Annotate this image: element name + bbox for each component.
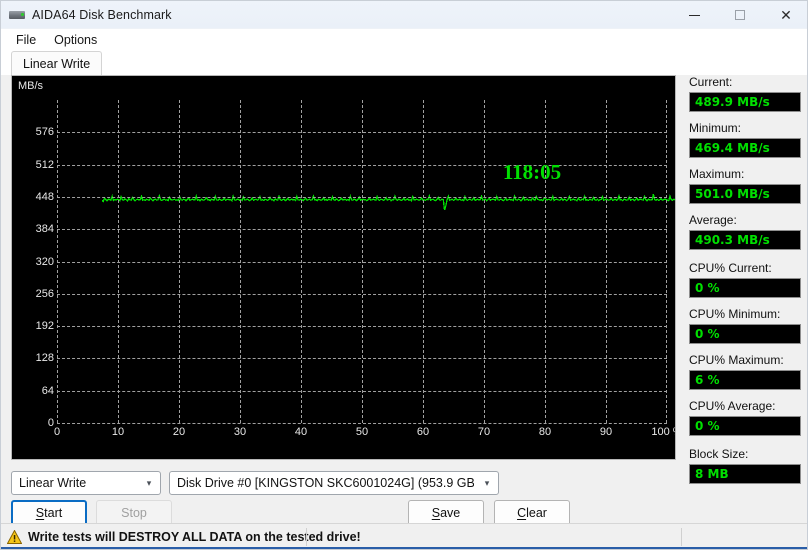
stat-value: 469.4 MB/s bbox=[689, 138, 801, 158]
stats-panel: Current: 489.9 MB/s Minimum: 469.4 MB/s Maxi… bbox=[689, 75, 801, 493]
menu-item-options[interactable]: Options bbox=[46, 31, 105, 49]
start-accel-char: S bbox=[35, 506, 45, 520]
y-axis-tick-label: 448 bbox=[35, 190, 54, 203]
x-axis-tick-label: 70 bbox=[477, 426, 491, 438]
y-axis-tick-label: 320 bbox=[35, 255, 54, 268]
stat-label: Current: bbox=[689, 75, 733, 89]
y-axis-tick-label: 256 bbox=[35, 287, 54, 300]
x-axis-tick-label: 40 bbox=[294, 426, 308, 438]
clear-label-rest: lear bbox=[526, 506, 547, 520]
save-accel-char: S bbox=[431, 506, 441, 520]
chart-plot-area bbox=[57, 100, 675, 424]
menubar: File Options bbox=[1, 29, 807, 51]
start-label-rest: tart bbox=[44, 506, 63, 520]
titlebar: AIDA64 Disk Benchmark ✕ bbox=[1, 1, 807, 29]
chevron-down-icon: ▾ bbox=[146, 477, 152, 488]
clear-accel-char: C bbox=[517, 506, 527, 520]
x-axis-labels: 0 10 20 30 40 50 60 70 80 90 100 % bbox=[53, 426, 675, 446]
elapsed-timer-value: 118:05 bbox=[502, 160, 562, 184]
benchmark-mode-select[interactable]: Linear Write ▾ bbox=[11, 471, 161, 495]
warning-triangle-icon bbox=[7, 529, 22, 544]
stat-value: 490.3 MB/s bbox=[689, 230, 801, 250]
stat-block: Current: 489.9 MB/s bbox=[689, 75, 801, 112]
stat-value: 501.0 MB/s bbox=[689, 184, 801, 204]
drive-select[interactable]: Disk Drive #0 [KINGSTON SKC6001024G] (95… bbox=[169, 471, 499, 495]
stat-label: Maximum: bbox=[689, 167, 745, 181]
stat-label: Average: bbox=[689, 213, 737, 227]
stat-block: CPU% Maximum: 6 % bbox=[689, 353, 801, 390]
stat-value: 8 MB bbox=[689, 464, 801, 484]
x-axis-tick-label: 10 bbox=[111, 426, 125, 438]
stat-label: CPU% Average: bbox=[689, 399, 776, 413]
menu-item-file[interactable]: File bbox=[8, 31, 44, 49]
stat-value: 0 % bbox=[689, 278, 801, 298]
start-button-label: Start bbox=[36, 506, 62, 520]
drive-select-value: Disk Drive #0 [KINGSTON SKC6001024G] (95… bbox=[177, 476, 474, 490]
stat-block: CPU% Current: 0 % bbox=[689, 261, 801, 298]
y-axis-tick-label: 384 bbox=[35, 223, 54, 236]
tabstrip: Linear Write bbox=[1, 51, 807, 75]
y-axis-unit-label: MB/s bbox=[18, 80, 44, 92]
minimize-icon bbox=[688, 14, 700, 16]
window-controls: ✕ bbox=[671, 1, 807, 29]
stat-label: CPU% Minimum: bbox=[689, 307, 781, 321]
close-button[interactable]: ✕ bbox=[763, 1, 807, 29]
statusbar: Write tests will DESTROY ALL DATA on the… bbox=[1, 523, 807, 549]
y-axis-tick-label: 64 bbox=[41, 384, 54, 397]
save-button-label: Save bbox=[432, 506, 461, 520]
stat-label: CPU% Current: bbox=[689, 261, 772, 275]
chevron-down-icon: ▾ bbox=[484, 477, 490, 488]
x-axis-tick-label: 60 bbox=[416, 426, 430, 438]
x-axis-tick-label: 90 bbox=[599, 426, 613, 438]
maximize-icon bbox=[735, 10, 745, 20]
window-accent-line bbox=[1, 547, 807, 549]
aida64-disk-benchmark-window: AIDA64 Disk Benchmark ✕ File Options Lin… bbox=[0, 0, 808, 550]
close-icon: ✕ bbox=[780, 7, 792, 23]
stat-block: CPU% Minimum: 0 % bbox=[689, 307, 801, 344]
y-axis-tick-label: 192 bbox=[35, 320, 54, 333]
tab-linear-write[interactable]: Linear Write bbox=[11, 51, 103, 75]
benchmark-chart: MB/s 576 512 448 384 320 256 192 128 64 0 0 10 20 30… bbox=[11, 75, 676, 460]
y-axis-tick-label: 576 bbox=[35, 126, 54, 139]
chart-gridline-vertical bbox=[57, 100, 58, 423]
selectors-row: Linear Write ▾ Disk Drive #0 [KINGSTON S… bbox=[11, 471, 499, 495]
stat-value: 6 % bbox=[689, 370, 801, 390]
minimize-button[interactable] bbox=[671, 1, 717, 29]
stat-value: 0 % bbox=[689, 324, 801, 344]
benchmark-mode-value: Linear Write bbox=[19, 476, 87, 490]
stat-value: 0 % bbox=[689, 416, 801, 436]
x-axis-tick-label: 0 bbox=[53, 426, 61, 438]
stat-block: Maximum: 501.0 MB/s bbox=[689, 167, 801, 204]
stat-value: 489.9 MB/s bbox=[689, 92, 801, 112]
stat-block: Minimum: 469.4 MB/s bbox=[689, 121, 801, 158]
stop-button-label: Stop bbox=[121, 506, 147, 520]
y-axis-labels: 576 512 448 384 320 256 192 128 64 0 bbox=[12, 100, 54, 429]
stat-block: Average: 490.3 MB/s bbox=[689, 213, 801, 250]
stat-label: Block Size: bbox=[689, 447, 749, 461]
stat-block: Block Size: 8 MB bbox=[689, 447, 801, 484]
maximize-button[interactable] bbox=[717, 1, 763, 29]
stop-label-rest: top bbox=[129, 506, 147, 520]
stat-label: CPU% Maximum: bbox=[689, 353, 784, 367]
y-axis-tick-label: 512 bbox=[35, 158, 54, 171]
x-axis-tick-label: 100 % bbox=[651, 426, 675, 438]
y-axis-tick-label: 128 bbox=[35, 352, 54, 365]
x-axis-tick-label: 30 bbox=[233, 426, 247, 438]
statusbar-divider-2 bbox=[681, 528, 682, 546]
save-label-rest: ave bbox=[440, 506, 461, 520]
x-axis-tick-label: 80 bbox=[538, 426, 552, 438]
x-axis-tick-label: 20 bbox=[172, 426, 186, 438]
statusbar-divider-1 bbox=[306, 528, 307, 546]
stat-block: CPU% Average: 0 % bbox=[689, 399, 801, 436]
elapsed-timer: 118:05 bbox=[442, 160, 622, 188]
x-axis-tick-label: 50 bbox=[355, 426, 369, 438]
disk-drive-icon bbox=[8, 7, 26, 23]
stat-label: Minimum: bbox=[689, 121, 742, 135]
y-axis-tick-label: 0 bbox=[47, 417, 54, 429]
warning-message: Write tests will DESTROY ALL DATA on the… bbox=[28, 529, 361, 544]
clear-button-label: Clear bbox=[517, 506, 547, 520]
window-title: AIDA64 Disk Benchmark bbox=[32, 7, 172, 22]
